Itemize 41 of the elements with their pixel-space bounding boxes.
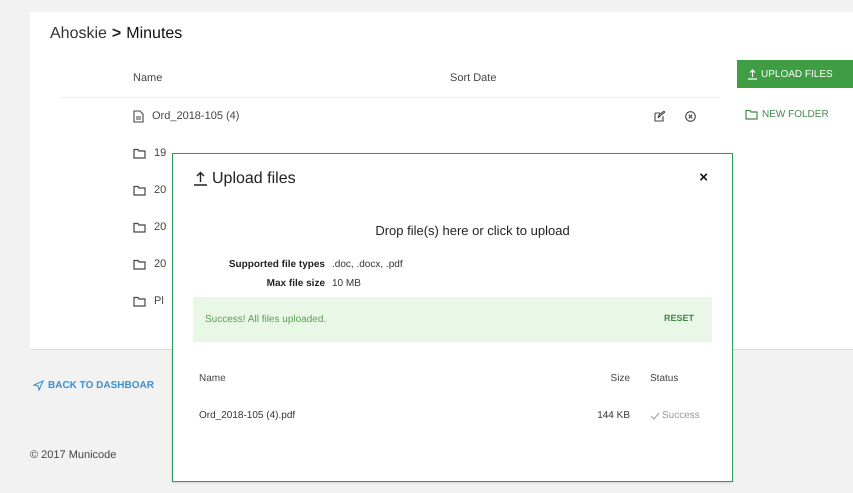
info-label: Supported file types (228, 258, 325, 272)
upload-icon (747, 68, 758, 80)
folder-name[interactable]: Pl (154, 293, 164, 310)
folder-icon (133, 222, 146, 233)
info-label: Max file size (266, 276, 325, 290)
file-name[interactable]: Ord_2018-105 (4) (152, 108, 240, 125)
file-name: Ord_2018-105 (4).pdf (199, 409, 296, 423)
send-icon (33, 380, 44, 391)
edit-icon[interactable] (654, 111, 665, 122)
info-value: .doc, .docx, .pdf (332, 258, 404, 272)
folder-name[interactable]: 20 (154, 182, 166, 199)
folder-name[interactable]: 20 (154, 256, 166, 273)
column-header[interactable]: Sort Date (450, 70, 496, 87)
check-icon (650, 412, 660, 420)
folder-icon (133, 185, 146, 196)
column-header: Name (199, 372, 227, 386)
file-icon (133, 110, 144, 123)
alert-message: Success! All files uploaded. (205, 312, 326, 326)
new-folder-button[interactable]: NEW FOLDER (745, 107, 853, 122)
dropzone[interactable]: Drop file(s) here or click to upload (233, 221, 712, 240)
file-size: 144 KB (596, 409, 630, 423)
folder-name[interactable]: 20 (154, 219, 166, 236)
upload-icon (193, 171, 208, 186)
reset-button[interactable]: RESET (664, 312, 694, 326)
delete-icon[interactable] (685, 111, 696, 122)
info-value: 10 MB (332, 276, 362, 290)
folder-name[interactable]: 19 (154, 145, 166, 162)
column-header: Size (610, 372, 630, 386)
folder-icon (133, 296, 146, 307)
folder-icon (133, 259, 146, 270)
folder-icon (133, 148, 146, 159)
folder-icon (745, 109, 758, 120)
copyright-text: © 2017 Municode (30, 448, 116, 463)
breadcrumb-current: Minutes (126, 24, 182, 44)
column-header: Status (650, 372, 680, 386)
column-header[interactable]: Name (133, 70, 450, 87)
breadcrumb-link[interactable]: Ahoskie (50, 22, 107, 46)
dialog-title: Upload files (212, 168, 296, 188)
breadcrumb-separator: > (112, 24, 122, 44)
status-text: Success (662, 409, 700, 423)
close-button[interactable]: × (699, 167, 708, 190)
